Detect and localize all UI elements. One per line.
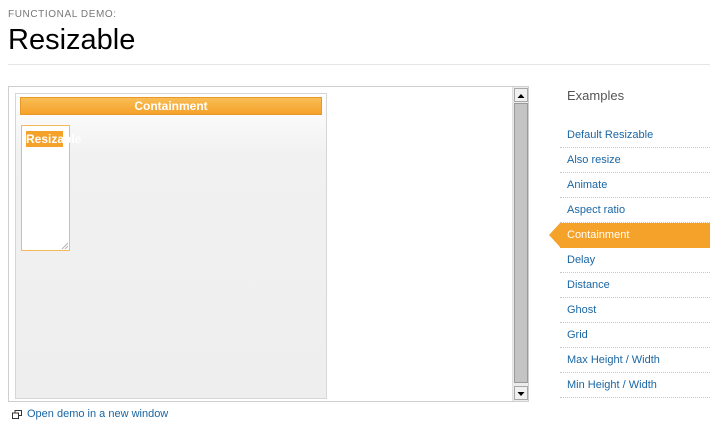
example-ghost[interactable]: Ghost	[560, 298, 710, 323]
arrow-up-icon	[517, 94, 525, 98]
containment-header: Containment	[20, 97, 322, 115]
resize-grip-icon[interactable]	[61, 242, 68, 249]
scroll-down-button[interactable]	[514, 386, 528, 400]
example-delay[interactable]: Delay	[560, 248, 710, 273]
example-animate[interactable]: Animate	[560, 173, 710, 198]
arrow-down-icon	[517, 392, 525, 396]
open-demo-link[interactable]: Open demo in a new window	[12, 408, 168, 420]
example-default-resizable[interactable]: Default Resizable	[560, 123, 710, 148]
scroll-thumb[interactable]	[514, 103, 528, 383]
resizable-header: Resizable	[26, 131, 82, 147]
example-containment[interactable]: Containment	[549, 223, 710, 248]
example-aspect-ratio[interactable]: Aspect ratio	[560, 198, 710, 223]
example-grid[interactable]: Grid	[560, 323, 710, 348]
example-also-resize[interactable]: Also resize	[560, 148, 710, 173]
open-demo-label: Open demo in a new window	[27, 408, 169, 420]
example-distance[interactable]: Distance	[560, 273, 710, 298]
section-eyebrow: FUNCTIONAL DEMO:	[8, 9, 117, 20]
vertical-scrollbar[interactable]	[512, 87, 528, 401]
demo-frame: Containment Resizable	[8, 86, 529, 402]
page-title: Resizable	[8, 24, 136, 56]
resizable-box[interactable]: Resizable	[21, 125, 82, 251]
scroll-up-button[interactable]	[514, 88, 528, 102]
examples-title: Examples	[567, 88, 625, 103]
example-max-height-width[interactable]: Max Height / Width	[560, 348, 710, 373]
example-min-height-width[interactable]: Min Height / Width	[560, 373, 710, 398]
containment-area: Containment Resizable	[15, 93, 327, 399]
title-divider	[8, 64, 710, 65]
examples-list: Default Resizable Also resize Animate As…	[549, 123, 710, 398]
new-window-icon	[12, 409, 22, 419]
